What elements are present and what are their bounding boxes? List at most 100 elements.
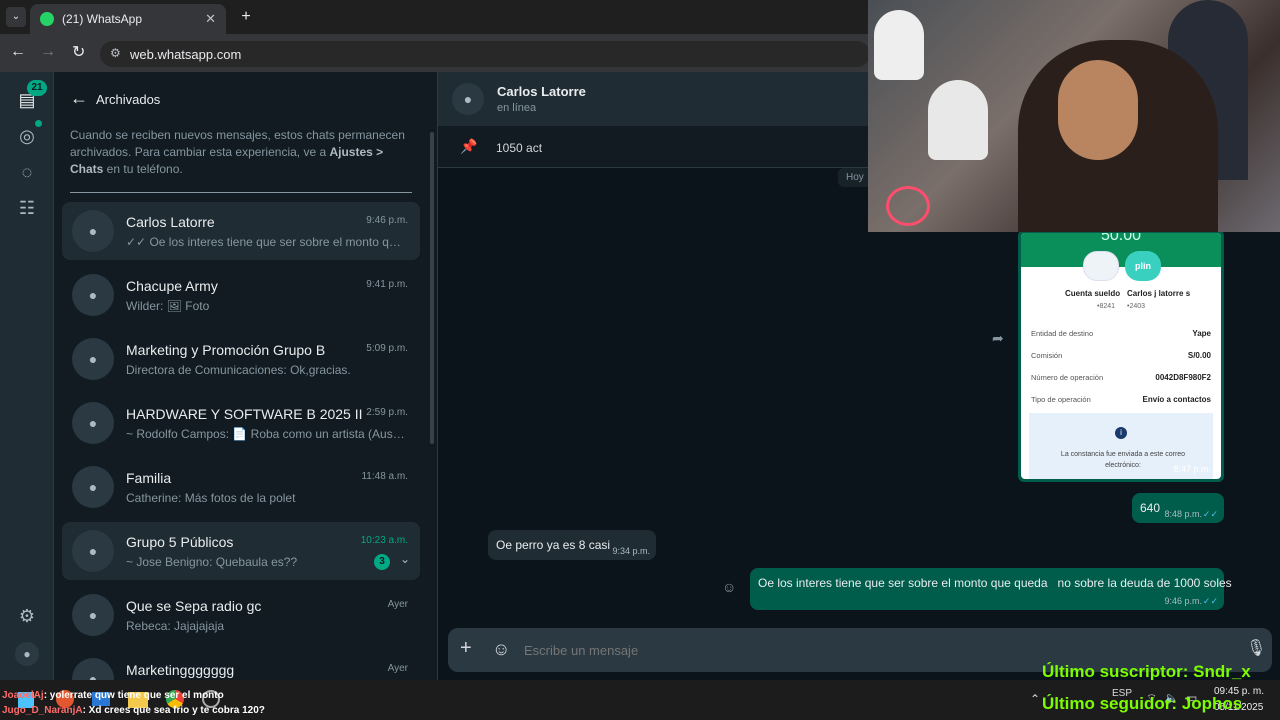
forward-icon[interactable]: ➦ bbox=[992, 330, 1004, 347]
from-account-number: •8241 bbox=[1097, 303, 1116, 310]
receipt-field-value: S/0.00 bbox=[1187, 351, 1211, 360]
chat-name: Carlos Latorre bbox=[126, 214, 215, 230]
site-settings-icon[interactable]: ⚙ bbox=[110, 46, 121, 60]
stream-chat-user: Jugo_D_NaranjA bbox=[2, 705, 83, 716]
person-face bbox=[1058, 60, 1138, 160]
attach-plus-icon[interactable]: + bbox=[460, 637, 472, 660]
sticker-emoji-icon[interactable]: ☺ bbox=[492, 639, 510, 660]
chat-avatar: ● bbox=[72, 530, 114, 572]
archived-panel: ← Archivados Cuando se reciben nuevos me… bbox=[54, 72, 438, 680]
chat-preview: ✓✓ Oe los interes tiene que ser sobre el… bbox=[126, 235, 406, 249]
stream-chat-user: JoaoelAj bbox=[2, 690, 44, 701]
chat-time: 10:23 a.m. bbox=[360, 535, 408, 546]
default-avatar-icon: ● bbox=[88, 223, 98, 239]
chat-preview: Directora de Comunicaciones: Ok,gracias. bbox=[126, 363, 351, 377]
chevron-down-icon[interactable]: ⌄ bbox=[400, 552, 410, 566]
reload-icon[interactable]: ↻ bbox=[72, 42, 85, 62]
chat-list-item[interactable]: ● Marketing y Promoción Grupo B 5:09 p.m. D… bbox=[62, 330, 420, 388]
communities-icon[interactable]: ☷ bbox=[15, 196, 39, 220]
navigation-rail: ▤ 21 ◎ ◌ ☷ ⚙ ● bbox=[0, 72, 54, 680]
new-tab-button[interactable]: + bbox=[236, 7, 256, 27]
default-avatar-icon: ● bbox=[88, 287, 98, 303]
chat-list-item[interactable]: ● Marketinggggggg Ayer bbox=[62, 650, 420, 680]
profile-avatar-icon[interactable]: ● bbox=[15, 642, 39, 666]
message-time: 8:48 p.m. bbox=[1164, 509, 1202, 519]
double-check-icon: ✓✓ bbox=[1202, 596, 1218, 606]
chat-time: 9:41 p.m. bbox=[366, 279, 408, 290]
archived-info-text: Cuando se reciben nuevos mensajes, estos… bbox=[70, 128, 405, 176]
emoji-reaction-icon[interactable]: ☺ bbox=[722, 579, 736, 595]
to-account-number: •2403 bbox=[1127, 303, 1146, 310]
plin-logo: plin bbox=[1125, 251, 1161, 281]
chat-list-item[interactable]: ● Chacupe Army 9:41 p.m. Wilder: 🖼 Foto bbox=[62, 266, 420, 324]
receipt-field-value: 0042D8F980F2 bbox=[1155, 373, 1211, 382]
contact-avatar[interactable]: ● bbox=[452, 83, 484, 115]
incoming-message[interactable]: Oe perro ya es 8 casi 9:34 p.m. bbox=[488, 530, 656, 560]
chat-list-item[interactable]: ● Grupo 5 Públicos 10:23 a.m. ~ Jose Benign… bbox=[62, 522, 420, 580]
tab-title: (21) WhatsApp bbox=[62, 12, 143, 26]
default-avatar-icon: ● bbox=[88, 543, 98, 559]
message-text: 640 bbox=[1140, 501, 1161, 515]
chat-preview: Wilder: 🖼 Foto bbox=[126, 299, 210, 313]
tray-chevron-icon[interactable]: ⌃ bbox=[1030, 692, 1040, 706]
address-bar[interactable]: ⚙ web.whatsapp.com bbox=[100, 41, 870, 67]
status-icon[interactable]: ◎ bbox=[15, 124, 39, 148]
message-input[interactable] bbox=[524, 638, 1224, 662]
chat-list-item[interactable]: ● HARDWARE Y SOFTWARE B 2025 II 2:59 p.m. ~… bbox=[62, 394, 420, 452]
settings-gear-icon[interactable]: ⚙ bbox=[15, 604, 39, 628]
pin-icon: 📌 bbox=[460, 138, 478, 154]
message-text: Oe los interes tiene que ser sobre el mo… bbox=[758, 576, 1232, 590]
outgoing-message[interactable]: 640 8:48 p.m. ✓✓ bbox=[1132, 493, 1224, 523]
forward-arrow-icon[interactable]: → bbox=[40, 43, 56, 61]
chat-avatar: ● bbox=[72, 210, 114, 252]
list-scrollbar[interactable] bbox=[430, 132, 434, 444]
outgoing-message[interactable]: Oe los interes tiene que ser sobre el mo… bbox=[750, 568, 1232, 610]
browser-tab-whatsapp[interactable]: (21) WhatsApp ✕ bbox=[30, 4, 226, 34]
archived-header: ← Archivados bbox=[54, 72, 437, 126]
back-arrow-icon[interactable]: ← bbox=[70, 88, 88, 109]
chat-name: Grupo 5 Públicos bbox=[126, 534, 234, 550]
chat-avatar: ● bbox=[72, 594, 114, 636]
chat-avatar: ● bbox=[72, 338, 114, 380]
chat-list-item[interactable]: ● Que se Sepa radio gc Ayer Rebeca: Jajajaj… bbox=[62, 586, 420, 644]
stream-chat-text: : Xd crees que sea frio y te cobra 120? bbox=[82, 705, 265, 716]
close-tab-icon[interactable]: ✕ bbox=[205, 11, 216, 27]
to-account-label: Carlos j latorre s bbox=[1127, 289, 1191, 298]
whatsapp-favicon-icon bbox=[40, 12, 54, 26]
chat-avatar: ● bbox=[72, 466, 114, 508]
chat-preview: ~ Jose Benigno: Quebaula es?? bbox=[126, 555, 298, 569]
receipt-field-label: Comisión bbox=[1031, 351, 1063, 360]
bank-card-icon bbox=[1083, 251, 1119, 281]
chat-name: Marketinggggggg bbox=[126, 662, 235, 678]
default-avatar-icon: ● bbox=[88, 351, 98, 367]
chat-list-item[interactable]: ● Carlos Latorre 9:46 p.m. ✓✓ Oe los intere… bbox=[62, 202, 420, 260]
chat-time: 5:09 p.m. bbox=[366, 343, 408, 354]
ring-light-decoration bbox=[886, 186, 930, 226]
status-dot bbox=[35, 120, 42, 127]
back-arrow-icon[interactable]: ← bbox=[10, 43, 26, 61]
unread-chats-badge: 21 bbox=[27, 80, 47, 96]
channels-icon[interactable]: ◌ bbox=[15, 160, 39, 184]
receipt-time: 8:47 p.m. bbox=[1173, 464, 1211, 474]
tab-search-button[interactable]: ⌄ bbox=[6, 7, 26, 27]
receipt-field-value: Yape bbox=[1192, 329, 1211, 338]
stream-chat-line: JoaoelAj: yolerrate quw tiene que ser el… bbox=[2, 688, 562, 703]
receipt-amount: 50.00 bbox=[1101, 233, 1142, 244]
info-icon: i bbox=[1115, 427, 1127, 439]
chat-name: Que se Sepa radio gc bbox=[126, 598, 262, 614]
chat-name: Chacupe Army bbox=[126, 278, 218, 294]
message-text: Oe perro ya es 8 casi bbox=[496, 538, 611, 552]
chat-avatar: ● bbox=[72, 658, 114, 680]
url-text: web.whatsapp.com bbox=[130, 46, 242, 62]
webcam-overlay bbox=[868, 0, 1280, 232]
chat-time: 2:59 p.m. bbox=[366, 407, 408, 418]
chat-list-item[interactable]: ● Familia 11:48 a.m. Catherine: Más fotos d… bbox=[62, 458, 420, 516]
receipt-image-message[interactable]: 50.00 plin Cuenta sueldo •8241 Carlos j … bbox=[1018, 230, 1224, 482]
message-time: 9:46 p.m. bbox=[1164, 596, 1202, 606]
microphone-icon[interactable]: 🎙 bbox=[1246, 638, 1266, 658]
contact-name[interactable]: Carlos Latorre bbox=[497, 84, 586, 99]
double-check-icon: ✓✓ bbox=[1202, 509, 1218, 519]
receipt-field-label: Tipo de operación bbox=[1031, 395, 1091, 404]
receipt-field-label: Entidad de destino bbox=[1031, 329, 1094, 338]
receipt-field-value: Envío a contactos bbox=[1142, 395, 1211, 404]
